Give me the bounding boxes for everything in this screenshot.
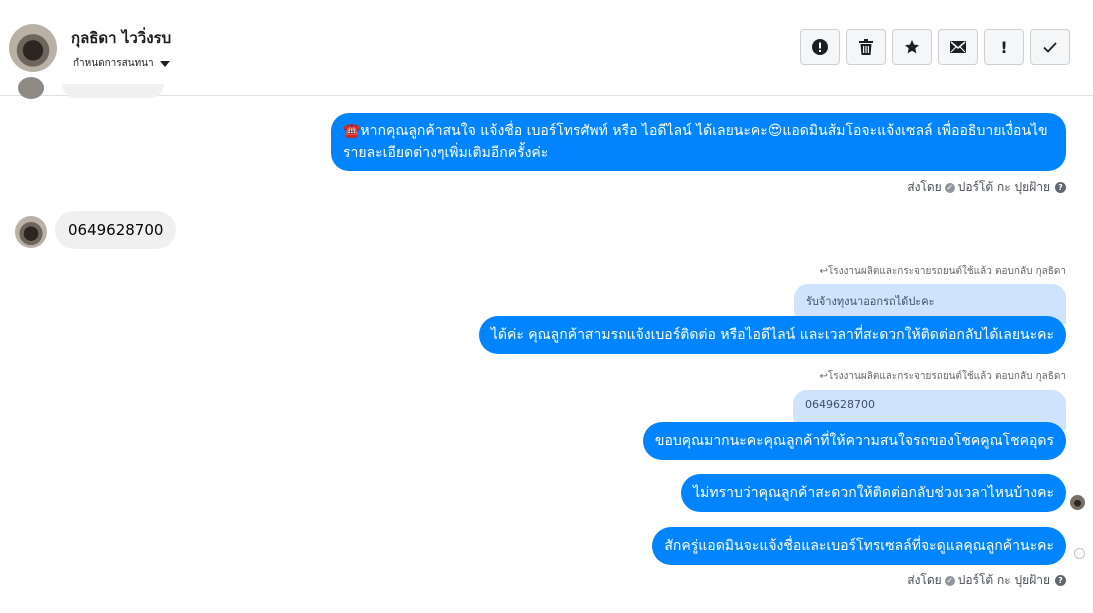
- caret-down-icon: [159, 60, 170, 67]
- contact-name[interactable]: กุลธิดา ไววิ่งรบ: [71, 26, 171, 50]
- conversation-header: กุลธิดา ไววิ่งรบ กำหนดการสนทนา !: [0, 0, 1093, 96]
- check-circle-icon: ✓: [944, 182, 955, 193]
- reply-arrow-icon: ↩: [819, 371, 828, 382]
- assign-label: กำหนดการสนทนา: [73, 58, 154, 69]
- outgoing-reply-bubble[interactable]: ขอบคุณมากนะคะคุณลูกค้าที่ให้ความสนใจรถขอ…: [642, 422, 1066, 460]
- sent-by-author: ปอร์โต้ กะ ปุยฝ้าย: [957, 573, 1050, 587]
- delete-button[interactable]: [846, 29, 886, 65]
- alert-icon: [812, 39, 828, 55]
- star-button[interactable]: [892, 29, 932, 65]
- reply-arrow-icon: ↩: [819, 266, 828, 277]
- assign-conversation-dropdown[interactable]: กำหนดการสนทนา: [73, 56, 170, 71]
- help-icon[interactable]: ?: [1055, 182, 1066, 193]
- check-icon: [1043, 41, 1057, 53]
- mark-unread-button[interactable]: [938, 29, 978, 65]
- sent-status-icon: [1074, 548, 1085, 559]
- star-icon: [905, 40, 919, 54]
- mark-spam-button[interactable]: [800, 29, 840, 65]
- trash-icon: [859, 39, 873, 55]
- reply-hint: ↩โรงงานผลิตและกระจายรถยนต์ใช้แล้ว ตอบกลั…: [819, 369, 1066, 384]
- reply-hint-text: โรงงานผลิตและกระจายรถยนต์ใช้แล้ว ตอบกลับ…: [827, 371, 1066, 382]
- mark-done-button[interactable]: [1030, 29, 1070, 65]
- outgoing-reply-bubble[interactable]: ได้ค่ะ คุณลูกค้าสามรถแจ้งเบอร์ติดต่อ หรื…: [478, 316, 1066, 354]
- exclamation-icon: !: [1000, 37, 1008, 57]
- reply-hint-text: โรงงานผลิตและกระจายรถยนต์ใช้แล้ว ตอบกลับ…: [827, 266, 1066, 277]
- incoming-bubble-partial: [62, 84, 164, 98]
- sent-by-prefix: ส่งโดย: [907, 180, 942, 194]
- reply-hint: ↩โรงงานผลิตและกระจายรถยนต์ใช้แล้ว ตอบกลั…: [819, 264, 1066, 279]
- seen-avatar: [1070, 495, 1085, 510]
- contact-avatar-partial: [18, 77, 44, 99]
- envelope-icon: [950, 41, 966, 53]
- sent-by-author: ปอร์โต้ กะ ปุยฝ้าย: [957, 180, 1050, 194]
- check-circle-icon: ✓: [944, 575, 955, 586]
- sent-by-meta: ส่งโดย ✓ ปอร์โต้ กะ ปุยฝ้าย ?: [907, 571, 1066, 590]
- sent-by-meta: ส่งโดย ✓ ปอร์โต้ กะ ปุยฝ้าย ?: [907, 178, 1066, 197]
- contact-avatar[interactable]: [9, 24, 57, 72]
- follow-up-button[interactable]: !: [984, 29, 1024, 65]
- contact-avatar[interactable]: [15, 216, 47, 248]
- outgoing-message-bubble[interactable]: ไม่ทราบว่าคุณลูกค้าสะดวกให้ติดต่อกลับช่ว…: [681, 474, 1066, 512]
- conversation-toolbar: !: [800, 29, 1070, 65]
- sent-by-prefix: ส่งโดย: [907, 573, 942, 587]
- outgoing-message-bubble[interactable]: ☎️หากคุณลูกค้าสนใจ แจ้งชื่อ เบอร์โทรศัพท…: [331, 113, 1066, 171]
- outgoing-message-bubble[interactable]: สักครู่แอดมินจะแจ้งชื่อและเบอร์โทรเซลล์ท…: [652, 527, 1066, 565]
- incoming-message-bubble[interactable]: 0649628700: [55, 211, 177, 249]
- help-icon[interactable]: ?: [1055, 575, 1066, 586]
